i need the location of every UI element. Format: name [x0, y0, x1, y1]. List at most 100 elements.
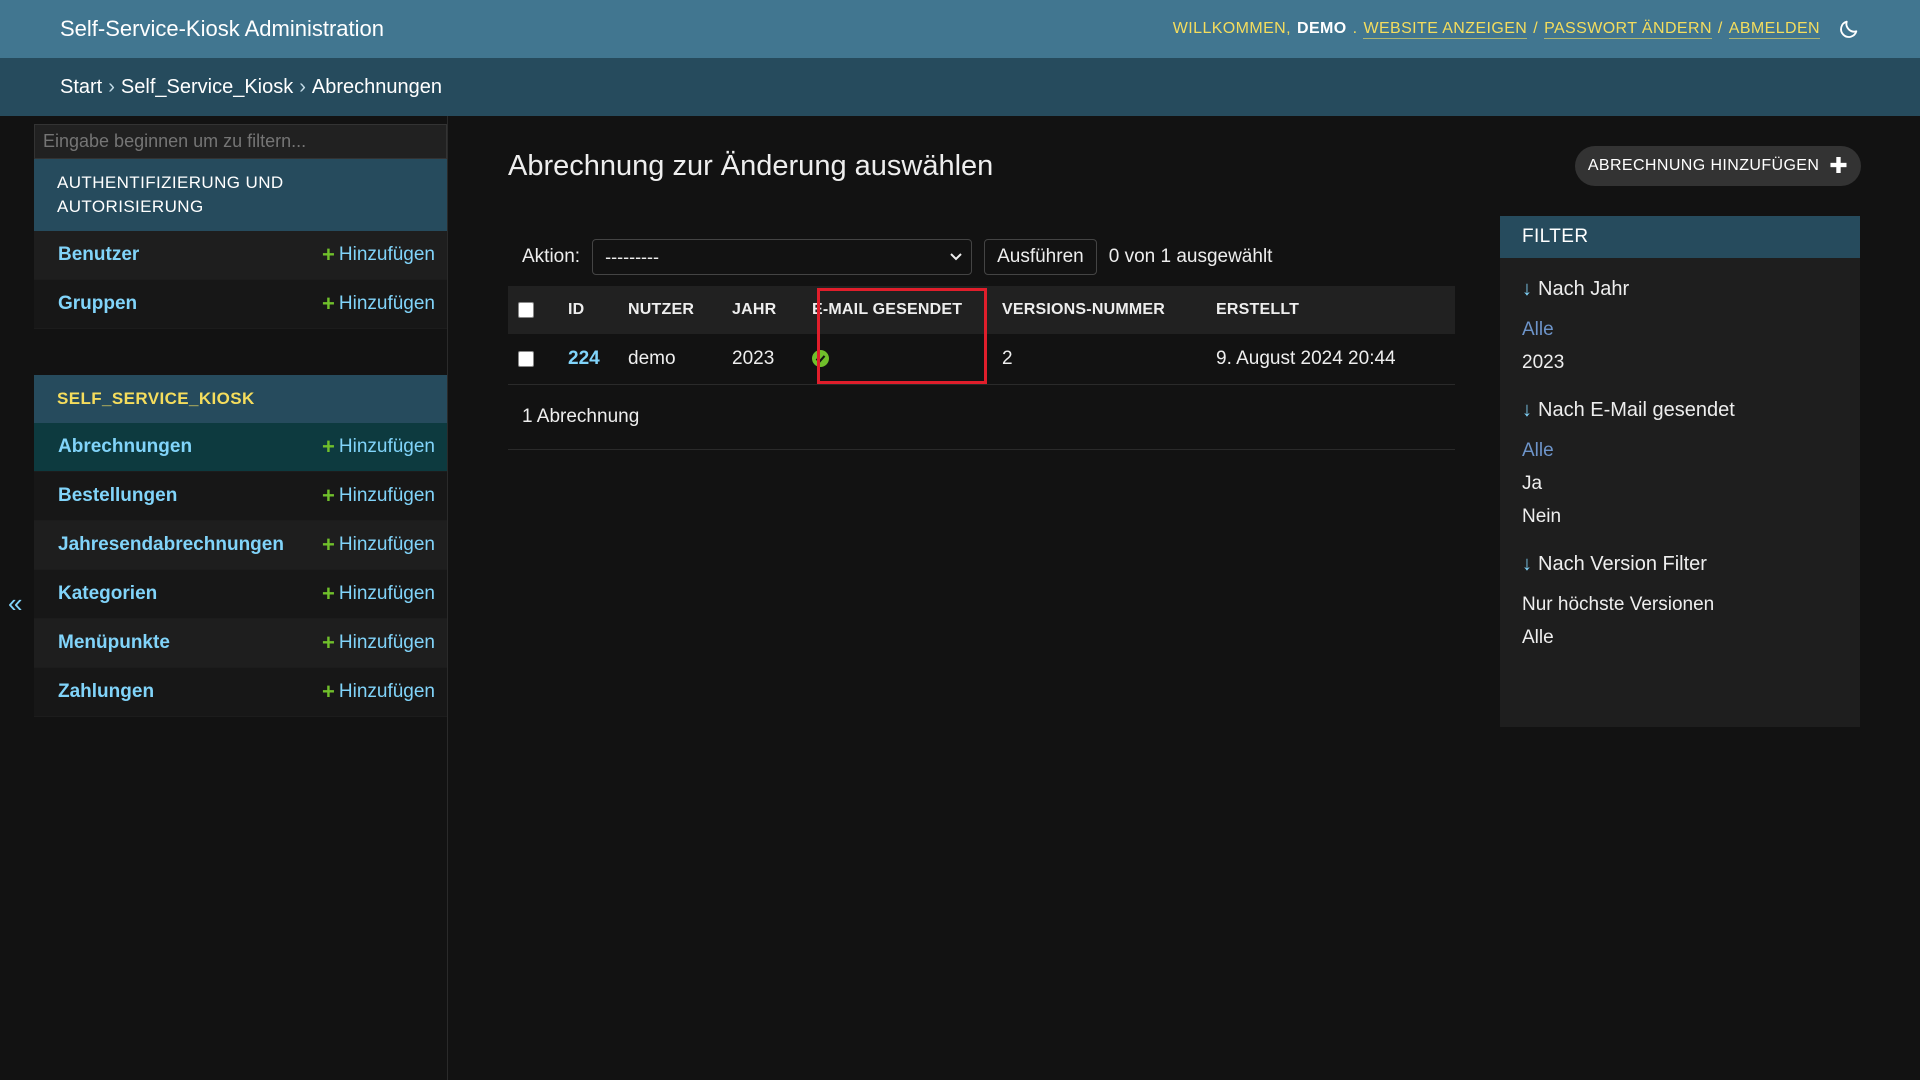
breadcrumb-home[interactable]: Start [60, 76, 102, 99]
moon-icon[interactable] [1838, 18, 1860, 40]
page-title: Abrechnung zur Änderung auswählen [508, 150, 994, 182]
action-select[interactable]: --------- [592, 239, 973, 275]
sidebar-item-label[interactable]: Abrechnungen [58, 436, 192, 458]
sidebar-item-benutzer: Benutzer + Hinzufügen [34, 231, 447, 280]
add-button-label: Abrechnung hinzufügen [1587, 157, 1820, 174]
sidebar-item-bestellungen: Bestellungen + Hinzufügen [34, 472, 447, 521]
module-kiosk: Self_Service_Kiosk Abrechnungen + Hinzufü… [34, 375, 447, 717]
plus-icon: ✚ [1829, 153, 1849, 178]
sidebar-item-zahlungen: Zahlungen + Hinzufügen [34, 668, 447, 717]
checkmark-yes-icon [812, 350, 829, 368]
arrow-down-icon: ↓ [1522, 553, 1532, 575]
column-header-id[interactable]: ID [558, 286, 618, 334]
add-link[interactable]: + Hinzufügen [322, 583, 435, 605]
add-link[interactable]: + Hinzufügen [322, 436, 435, 458]
view-site-link[interactable]: WEBSITE ANZEIGEN [1363, 20, 1528, 39]
filter-header: Filter [1500, 216, 1860, 258]
sidebar-item-label[interactable]: Menüpunkte [58, 632, 170, 654]
add-link[interactable]: + Hinzufügen [322, 485, 435, 507]
filter-option-highest-versions[interactable]: Nur höchste Versionen [1522, 588, 1838, 621]
filter-title[interactable]: ↓ Nach Jahr [1522, 278, 1838, 301]
add-link[interactable]: + Hinzufügen [322, 244, 435, 266]
column-header-jahr[interactable]: Jahr [722, 286, 802, 334]
filter-option-alle[interactable]: Alle [1522, 621, 1838, 654]
row-checkbox[interactable] [518, 350, 534, 367]
column-header-version[interactable]: Versions-Nummer [992, 286, 1206, 334]
logout-link[interactable]: ABMELDEN [1728, 20, 1820, 39]
add-link[interactable]: + Hinzufügen [322, 681, 435, 703]
toggle-sidebar-button[interactable]: « [8, 588, 22, 619]
sidebar-item-label[interactable]: Gruppen [58, 293, 137, 315]
breadcrumb-separator: › [108, 75, 115, 98]
select-all-checkbox[interactable] [518, 301, 534, 318]
sidebar-item-label[interactable]: Bestellungen [58, 485, 177, 507]
arrow-down-icon: ↓ [1522, 278, 1532, 300]
module-caption-kiosk[interactable]: Self_Service_Kiosk [34, 375, 447, 423]
module-caption-auth[interactable]: Authentifizierung und Autorisierung [34, 159, 447, 231]
result-table: ID Nutzer Jahr E-Mail gesendet Versions-… [508, 286, 1455, 385]
plus-icon: + [322, 242, 335, 267]
plus-icon: + [322, 434, 335, 459]
column-header-nutzer[interactable]: Nutzer [618, 286, 722, 334]
paginator: 1 Abrechnung [508, 384, 1455, 450]
column-header-erstellt[interactable]: Erstellt [1206, 286, 1455, 334]
chevron-down-icon [950, 253, 962, 261]
module-auth: Authentifizierung und Autorisierung Benu… [34, 159, 447, 329]
breadcrumb-current: Abrechnungen [311, 75, 443, 98]
sidebar-item-label[interactable]: Kategorien [58, 583, 157, 605]
plus-icon: + [322, 291, 335, 316]
plus-icon: + [322, 679, 335, 704]
filter-option-nein[interactable]: Nein [1522, 500, 1838, 533]
cell-nutzer: demo [628, 347, 676, 369]
add-abrechnung-button[interactable]: Abrechnung hinzufügen ✚ [1575, 146, 1861, 186]
filter-group-email: ↓ Nach E-Mail gesendet Alle Ja Nein [1500, 399, 1860, 533]
row-id-link[interactable]: 224 [568, 348, 600, 369]
nav-filter-input[interactable] [34, 124, 447, 159]
sidebar-item-menuepunkte: Menüpunkte + Hinzufügen [34, 619, 447, 668]
filter-option-ja[interactable]: Ja [1522, 467, 1838, 500]
plus-icon: + [322, 630, 335, 655]
separator: / [1533, 20, 1539, 37]
table-row: 224 demo 2023 2 9. August 2024 20:44 [508, 334, 1455, 384]
action-label: Aktion: [522, 246, 581, 267]
sidebar-item-label[interactable]: Zahlungen [58, 681, 154, 703]
filter-option-2023[interactable]: 2023 [1522, 346, 1838, 379]
header: Self-Service-Kiosk Administration WILLKO… [0, 0, 1920, 58]
plus-icon: + [322, 483, 335, 508]
arrow-down-icon: ↓ [1522, 399, 1532, 421]
add-link[interactable]: + Hinzufügen [322, 632, 435, 654]
site-name[interactable]: Self-Service-Kiosk Administration [60, 16, 384, 42]
welcome-text: WILLKOMMEN, [1172, 20, 1291, 37]
add-link[interactable]: + Hinzufügen [322, 293, 435, 315]
action-select-value: --------- [605, 246, 660, 267]
sidebar-item-label[interactable]: Benutzer [58, 244, 139, 266]
filter-group-jahr: ↓ Nach Jahr Alle 2023 [1500, 278, 1860, 379]
cell-version: 2 [1002, 347, 1013, 369]
filter-option-alle[interactable]: Alle [1522, 434, 1838, 467]
action-bar: Aktion: --------- Ausführen 0 von 1 ausg… [508, 234, 1455, 280]
selection-counter: 0 von 1 ausgewählt [1108, 246, 1273, 267]
filter-panel: Filter ↓ Nach Jahr Alle 2023 ↓ Nach E-Ma… [1500, 216, 1860, 727]
username: DEMO [1297, 20, 1347, 37]
breadcrumb: Start › Self_Service_Kiosk › Abrechnunge… [0, 58, 1920, 116]
change-password-link[interactable]: PASSWORT ÄNDERN [1544, 20, 1712, 39]
sidebar-item-label[interactable]: Jahresendabrechnungen [58, 534, 284, 556]
table-header-row: ID Nutzer Jahr E-Mail gesendet Versions-… [508, 286, 1455, 334]
user-tools: WILLKOMMEN, DEMO. WEBSITE ANZEIGEN / PAS… [1173, 18, 1860, 40]
run-action-button[interactable]: Ausführen [984, 239, 1097, 275]
filter-group-version: ↓ Nach Version Filter Nur höchste Versio… [1500, 553, 1860, 654]
filter-option-alle[interactable]: Alle [1522, 313, 1838, 346]
column-header-email-sent[interactable]: E-Mail gesendet [802, 286, 992, 334]
plus-icon: + [322, 581, 335, 606]
sidebar-item-gruppen: Gruppen + Hinzufügen [34, 280, 447, 329]
filter-title[interactable]: ↓ Nach E-Mail gesendet [1522, 399, 1838, 422]
cell-jahr: 2023 [732, 347, 775, 369]
add-link[interactable]: + Hinzufügen [322, 534, 435, 556]
cell-erstellt: 9. August 2024 20:44 [1216, 347, 1396, 369]
plus-icon: + [322, 532, 335, 557]
sidebar-item-abrechnungen: Abrechnungen + Hinzufügen [34, 423, 447, 472]
breadcrumb-separator: › [299, 75, 306, 98]
filter-title[interactable]: ↓ Nach Version Filter [1522, 553, 1838, 576]
breadcrumb-app[interactable]: Self_Service_Kiosk [121, 76, 293, 99]
separator: / [1717, 20, 1723, 37]
